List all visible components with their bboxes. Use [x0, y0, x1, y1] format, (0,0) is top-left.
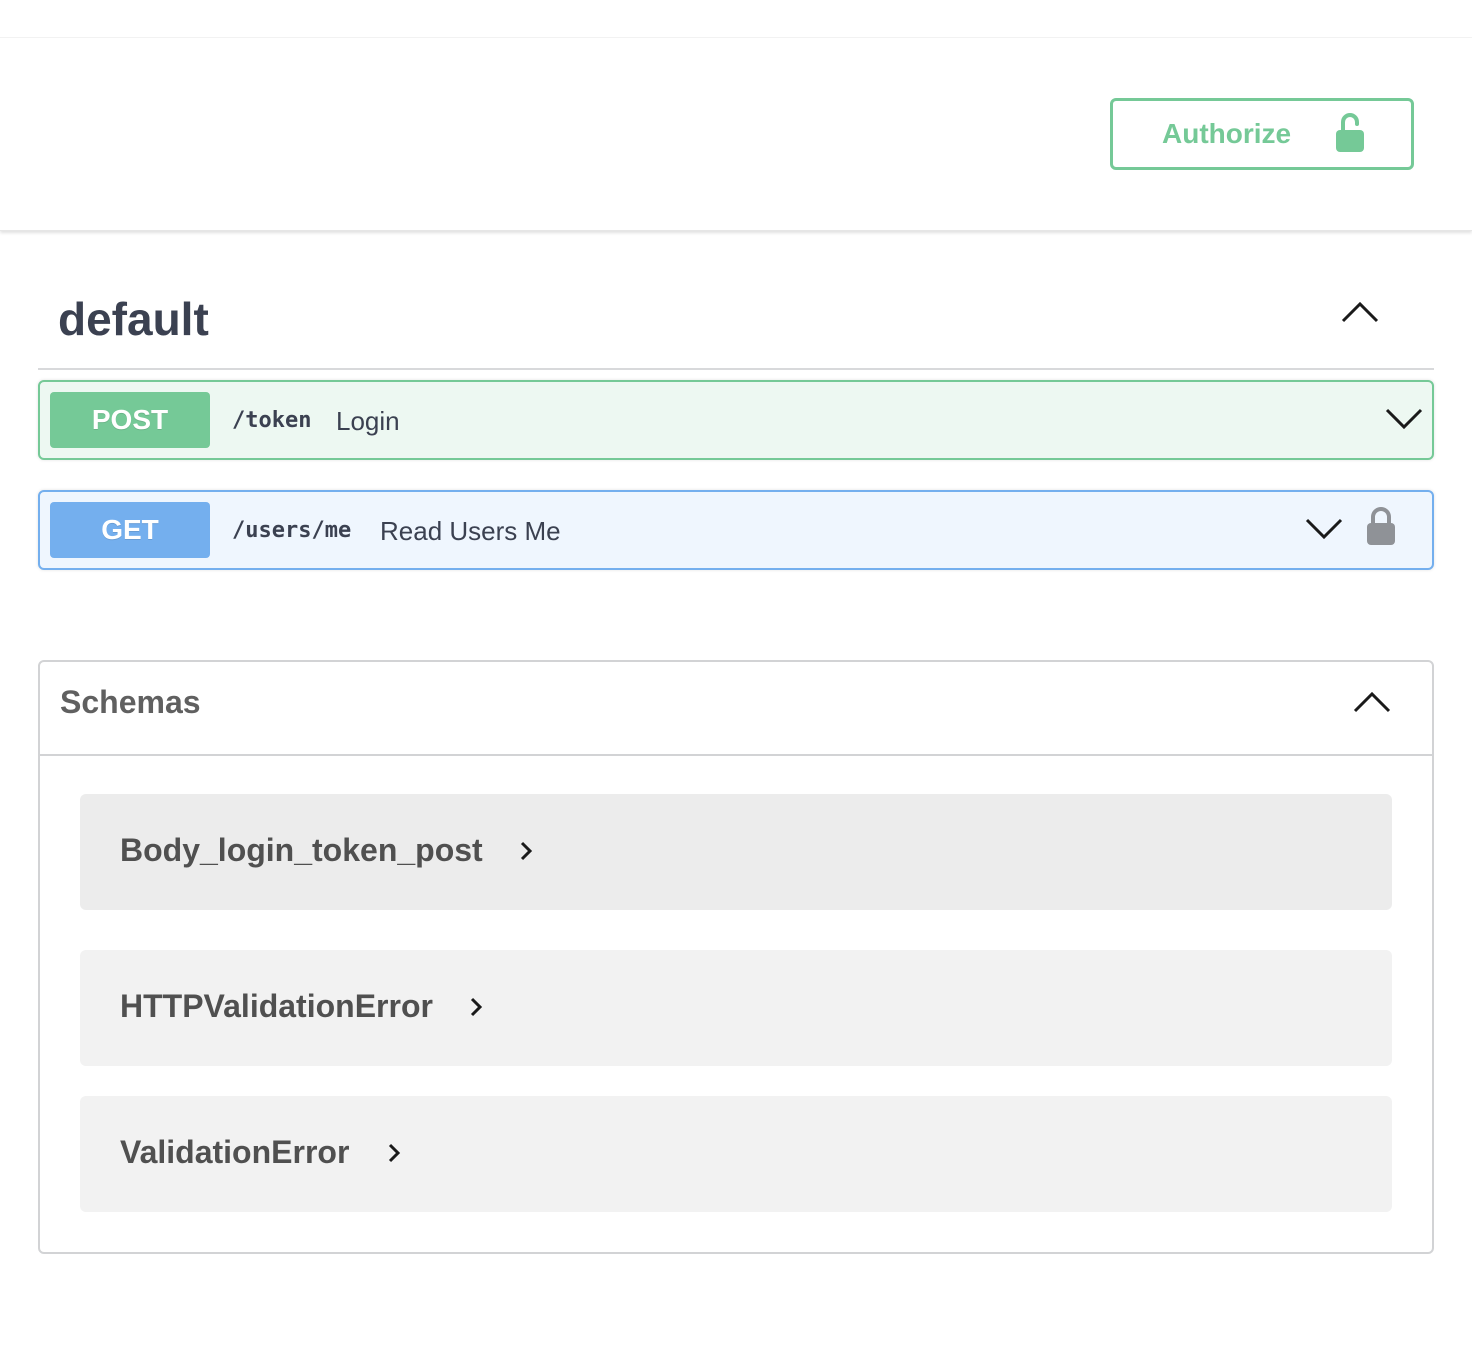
operation-summary: Login: [336, 406, 400, 436]
chevron-up-icon[interactable]: [1340, 300, 1380, 329]
operation-summary: Read Users Me: [380, 516, 561, 546]
tag-header[interactable]: default: [38, 260, 1434, 370]
scheme-container: Authorize: [0, 38, 1472, 231]
schema-name: ValidationError: [120, 1134, 350, 1170]
schema-item-validation-error[interactable]: ValidationError: [80, 1096, 1392, 1212]
authorize-label: Authorize: [1162, 118, 1292, 149]
operation-post-token[interactable]: POST /token Login: [38, 380, 1434, 460]
authorize-button[interactable]: Authorize: [1110, 98, 1414, 170]
method-badge-get: GET: [50, 502, 210, 558]
operation-path: /token: [232, 408, 312, 433]
schema-name: HTTPValidationError: [120, 988, 433, 1024]
operation-get-users-me[interactable]: GET /users/me Read Users Me: [38, 490, 1434, 570]
chevron-right-icon[interactable]: [518, 840, 534, 867]
top-bar: [0, 0, 1472, 38]
method-badge-post: POST: [50, 392, 210, 448]
lock-open-icon: [1335, 113, 1365, 158]
chevron-up-icon[interactable]: [1352, 690, 1392, 719]
chevron-right-icon[interactable]: [386, 1142, 402, 1169]
lock-icon[interactable]: [1366, 506, 1396, 551]
schemas-title: Schemas: [60, 684, 201, 720]
schema-item-http-validation-error[interactable]: HTTPValidationError: [80, 950, 1392, 1066]
schemas-header[interactable]: Schemas: [40, 662, 1432, 756]
chevron-down-icon[interactable]: [1304, 516, 1344, 547]
chevron-down-icon[interactable]: [1384, 406, 1424, 437]
tag-title: default: [58, 293, 209, 345]
chevron-right-icon[interactable]: [468, 996, 484, 1023]
operation-path: /users/me: [232, 518, 352, 543]
schema-item-body-login-token-post[interactable]: Body_login_token_post: [80, 794, 1392, 910]
schemas-section: Schemas Body_login_token_post HTTPValida…: [38, 660, 1434, 1254]
tag-section-default: default: [38, 260, 1434, 370]
schema-name: Body_login_token_post: [120, 832, 483, 868]
